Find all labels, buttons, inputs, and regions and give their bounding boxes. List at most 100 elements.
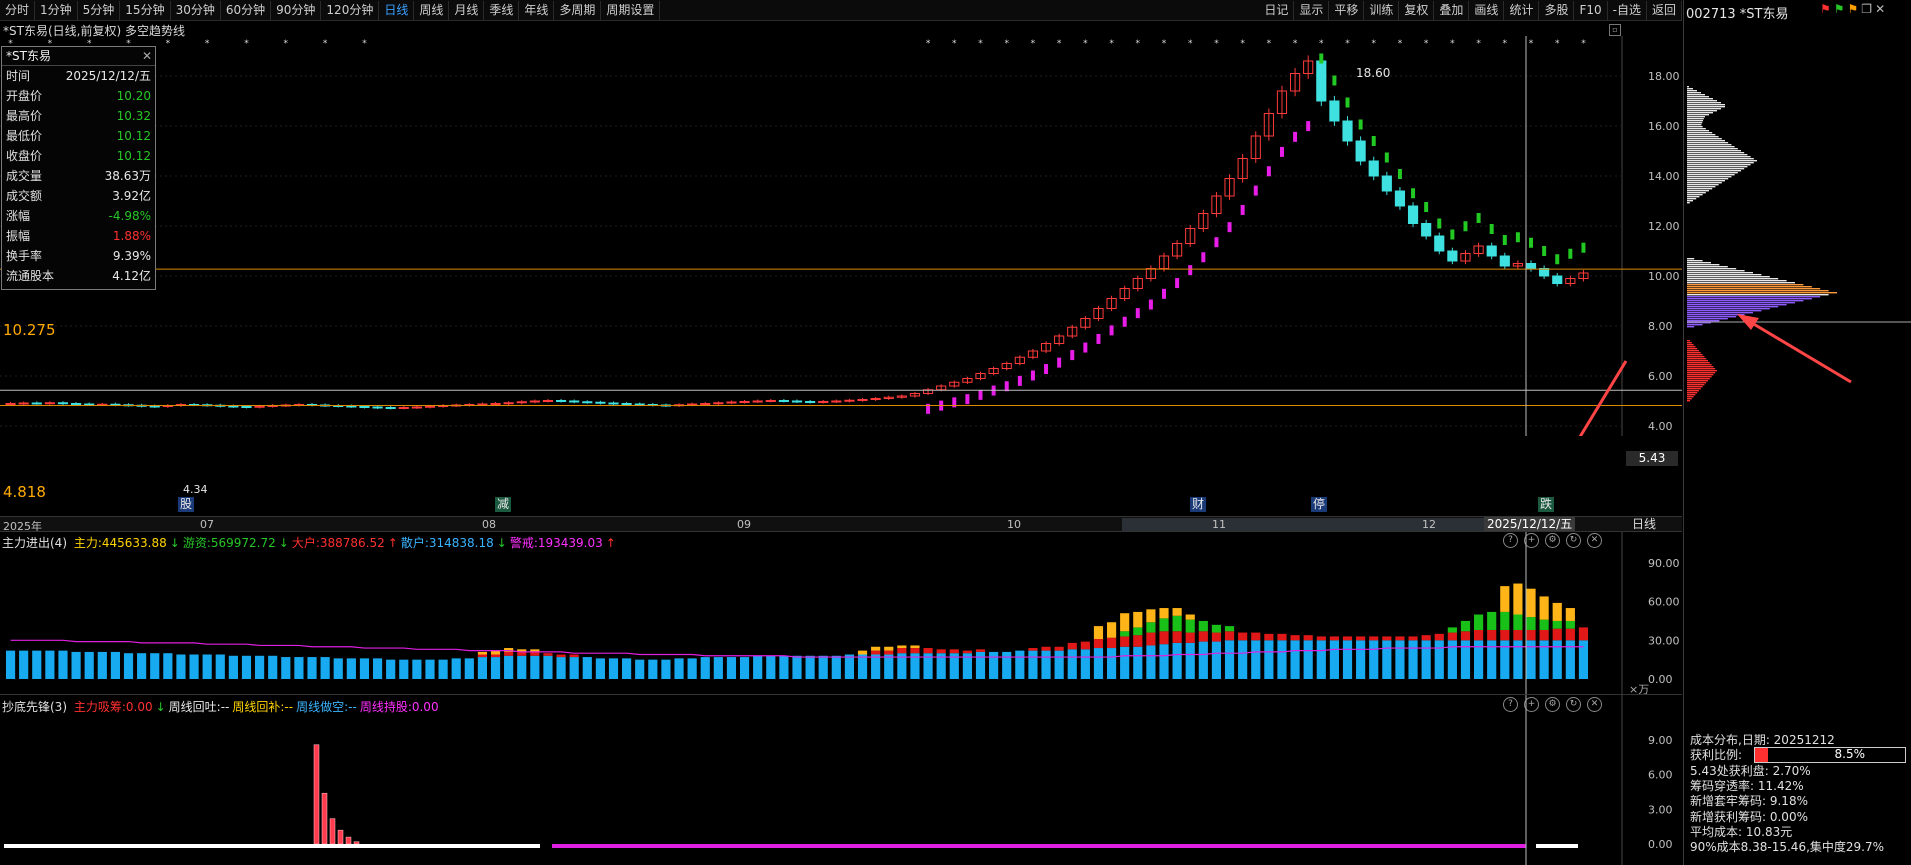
candle[interactable]: [1525, 260, 1537, 272]
candle[interactable]: [1486, 242, 1497, 260]
period-tab-8[interactable]: 日线: [379, 0, 415, 20]
toolbar-button-11[interactable]: 返回: [1647, 0, 1682, 20]
period-tab-14[interactable]: 周期设置: [601, 0, 661, 20]
candle[interactable]: [1132, 275, 1143, 292]
candle[interactable]: [1106, 295, 1117, 312]
candle[interactable]: [1224, 174, 1235, 200]
candle[interactable]: [870, 396, 881, 402]
candle[interactable]: [988, 366, 999, 376]
candle[interactable]: [1145, 265, 1156, 282]
candle[interactable]: [1499, 252, 1510, 270]
candle[interactable]: [1460, 250, 1471, 265]
candle[interactable]: [1329, 95, 1340, 126]
period-tab-3[interactable]: 15分钟: [120, 0, 171, 20]
candle[interactable]: [1054, 333, 1065, 346]
candle[interactable]: [385, 406, 396, 410]
candle[interactable]: [529, 399, 540, 404]
period-tab-2[interactable]: 5分钟: [78, 0, 121, 20]
candle[interactable]: [1394, 186, 1406, 210]
candle[interactable]: [1093, 305, 1104, 321]
candle[interactable]: [1447, 247, 1458, 265]
candle[interactable]: [1473, 242, 1484, 257]
candle[interactable]: [713, 401, 724, 405]
candle[interactable]: [31, 401, 42, 405]
candle[interactable]: [778, 398, 789, 403]
candle[interactable]: [1539, 265, 1550, 279]
candle[interactable]: [1263, 108, 1274, 141]
candle[interactable]: [1552, 273, 1563, 287]
candle[interactable]: [1198, 209, 1209, 233]
flag-green-icon[interactable]: ⚑: [1834, 2, 1845, 16]
candle[interactable]: [1512, 260, 1523, 270]
period-tab-6[interactable]: 90分钟: [271, 0, 322, 20]
candle[interactable]: [1119, 285, 1130, 302]
candle[interactable]: [1368, 156, 1379, 181]
candle[interactable]: [542, 398, 554, 403]
candle[interactable]: [5, 402, 16, 405]
candle[interactable]: [608, 401, 619, 405]
indicator1-chart[interactable]: 90.00 60.00 30.00 0.00: [0, 532, 1682, 694]
candle[interactable]: [1185, 224, 1196, 247]
candle[interactable]: [18, 401, 29, 405]
period-tab-13[interactable]: 多周期: [554, 0, 602, 20]
candle[interactable]: [503, 401, 514, 405]
candle[interactable]: [1067, 324, 1078, 339]
candle[interactable]: [1040, 341, 1052, 354]
candle[interactable]: [805, 400, 816, 404]
candle[interactable]: [791, 399, 803, 403]
candle[interactable]: [621, 402, 632, 406]
candle[interactable]: [818, 400, 829, 404]
candle[interactable]: [123, 403, 134, 407]
candle[interactable]: [44, 401, 55, 405]
indicator2-chart[interactable]: 9.00 6.00 3.00 0.00: [0, 695, 1682, 865]
candle[interactable]: [739, 400, 750, 404]
toolbar-button-6[interactable]: 画线: [1469, 0, 1505, 20]
candle[interactable]: [582, 400, 593, 404]
candle[interactable]: [1421, 219, 1432, 240]
candle[interactable]: [1027, 348, 1039, 360]
candle[interactable]: [555, 398, 567, 403]
event-badge-fall[interactable]: 跌: [1538, 497, 1555, 512]
period-tab-11[interactable]: 季线: [484, 0, 520, 20]
candle[interactable]: [726, 400, 737, 405]
candle[interactable]: [372, 405, 383, 409]
candle[interactable]: [752, 399, 763, 403]
period-tab-9[interactable]: 周线: [414, 0, 450, 20]
candle[interactable]: [765, 398, 776, 403]
chart-maximize-icon[interactable]: ▫: [1609, 24, 1621, 36]
toolbar-button-7[interactable]: 统计: [1504, 0, 1540, 20]
candle[interactable]: [962, 376, 973, 384]
candle[interactable]: [1080, 316, 1091, 330]
window-close-icon[interactable]: ✕: [1875, 2, 1885, 16]
candle[interactable]: [569, 399, 580, 404]
period-tab-1[interactable]: 1分钟: [35, 0, 78, 20]
candle[interactable]: [175, 403, 187, 407]
candle[interactable]: [1407, 202, 1419, 228]
toolbar-button-9[interactable]: F10: [1574, 0, 1608, 20]
candle[interactable]: [883, 395, 894, 401]
candle[interactable]: [202, 403, 213, 407]
candle[interactable]: [398, 406, 409, 410]
event-badge-stock[interactable]: 股: [178, 497, 195, 512]
candle[interactable]: [857, 397, 868, 402]
candle[interactable]: [1355, 136, 1366, 166]
flag-red-icon[interactable]: ⚑: [1820, 2, 1831, 16]
candle[interactable]: [57, 401, 69, 405]
quote-info-box[interactable]: *ST东易 ✕ 时间 2025/12/12/五 开盘价 10.20 最高价 10.32 最低…: [1, 46, 156, 290]
candle[interactable]: [844, 398, 855, 403]
period-tab-12[interactable]: 年线: [519, 0, 555, 20]
candle[interactable]: [1565, 275, 1576, 287]
candle[interactable]: [700, 402, 711, 406]
toolbar-button-8[interactable]: 多股: [1539, 0, 1575, 20]
candle[interactable]: [922, 388, 934, 396]
toolbar-button-0[interactable]: 日记: [1259, 0, 1295, 20]
candle[interactable]: [1172, 240, 1183, 260]
toolbar-button-3[interactable]: 训练: [1364, 0, 1400, 20]
window-restore-icon[interactable]: ❐: [1861, 2, 1872, 16]
candle[interactable]: [71, 402, 82, 406]
period-tab-10[interactable]: 月线: [449, 0, 485, 20]
period-tab-4[interactable]: 30分钟: [171, 0, 221, 20]
candle[interactable]: [1342, 116, 1353, 146]
candle[interactable]: [1276, 85, 1288, 119]
candle[interactable]: [1211, 192, 1222, 218]
